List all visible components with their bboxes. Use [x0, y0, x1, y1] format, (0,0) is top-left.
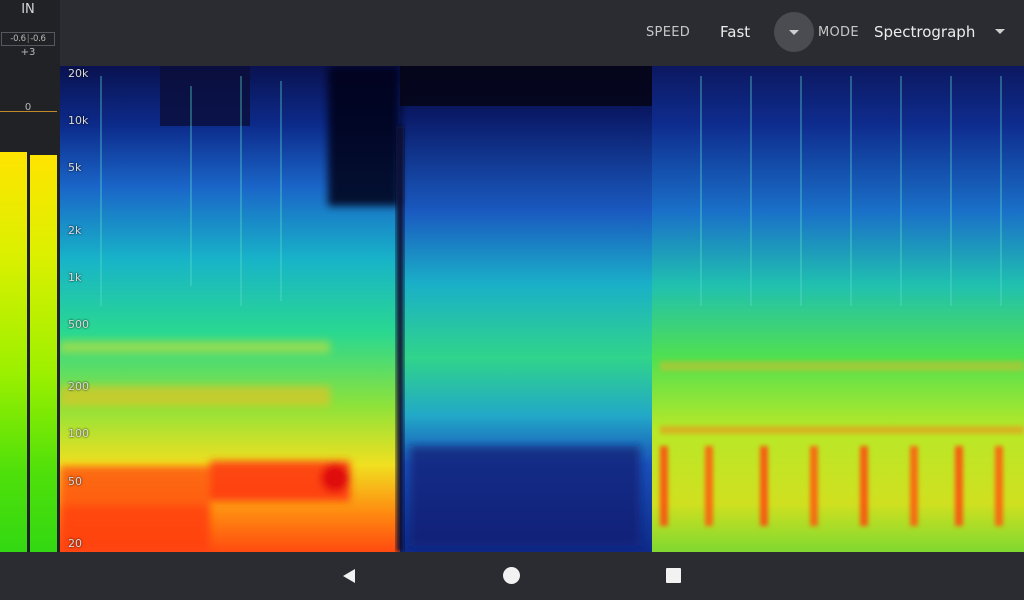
peak-readout[interactable]: -0.6 | -0.6	[1, 32, 55, 46]
freq-label: 20	[68, 537, 82, 550]
freq-label: 1k	[68, 270, 82, 284]
meter-title: IN	[21, 2, 35, 17]
freq-label: 200	[68, 380, 89, 394]
freq-label: 500	[68, 317, 89, 331]
meter-scale-plus3: +3	[20, 47, 36, 58]
home-circle-icon[interactable]	[503, 567, 520, 584]
meter-bar-left	[0, 151, 27, 552]
freq-label: 20k	[68, 67, 89, 80]
freq-label: 2k	[68, 223, 82, 237]
chevron-down-icon	[995, 29, 1005, 34]
mode-dropdown-button[interactable]	[988, 22, 1012, 42]
peak-left-value: -0.6	[10, 34, 26, 44]
input-level-meter: IN -0.6 | -0.6 +3 0	[0, 0, 60, 552]
mode-value[interactable]: Spectrograph	[874, 23, 975, 41]
freq-label: 50	[68, 474, 82, 488]
top-toolbar: SPEED Fast MODE Spectrograph	[60, 0, 1024, 66]
spectrogram-image	[60, 66, 1024, 552]
speed-value[interactable]: Fast	[720, 23, 750, 41]
freq-label: 5k	[68, 161, 82, 175]
freq-label: 10k	[68, 114, 89, 128]
speed-dropdown-button[interactable]	[774, 12, 814, 52]
freq-label: 100	[68, 427, 89, 441]
meter-bar-right	[30, 154, 57, 552]
spectrogram-display[interactable]: 20k 10k 5k 2k 1k 500 200 100 50 20	[60, 66, 1024, 552]
back-triangle-icon[interactable]	[340, 566, 360, 586]
chevron-down-icon	[789, 30, 799, 35]
peak-right-value: -0.6	[30, 34, 46, 44]
zero-db-line	[0, 111, 57, 112]
speed-label: SPEED	[646, 25, 691, 40]
mode-label: MODE	[818, 25, 859, 40]
recents-square-icon[interactable]	[666, 568, 681, 583]
